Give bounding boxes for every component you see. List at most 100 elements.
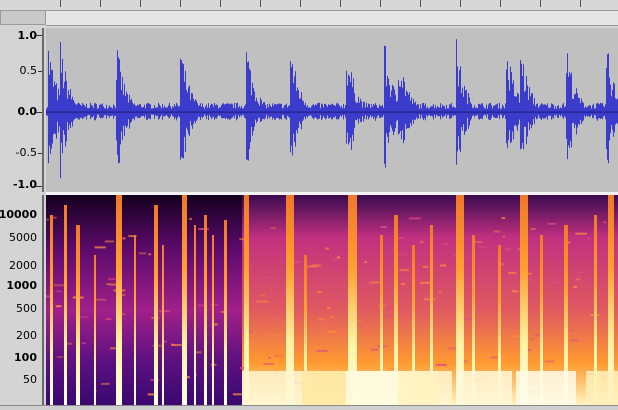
spectrogram-speckle bbox=[263, 363, 274, 365]
spectrogram-speckle bbox=[189, 218, 192, 220]
spectrogram-speckle bbox=[423, 298, 436, 301]
spectrogram-speckle bbox=[396, 253, 407, 256]
spectrogram-low-energy bbox=[516, 371, 576, 405]
spectrogram-speckle bbox=[551, 281, 563, 284]
spectrogram-speckle bbox=[511, 290, 519, 293]
spectrogram-speckle bbox=[78, 316, 89, 319]
spectrogram-speckle bbox=[573, 285, 577, 288]
spectrogram-speckle bbox=[101, 382, 110, 385]
ruler-tick bbox=[420, 0, 421, 7]
spectrogram-speckle bbox=[575, 278, 581, 281]
spectrogram-speckle bbox=[337, 256, 341, 259]
spectrogram-speckle bbox=[55, 305, 62, 308]
ruler-tick bbox=[340, 0, 341, 7]
spectrogram-speckle bbox=[122, 237, 126, 240]
ruler-tick bbox=[500, 0, 501, 7]
waveform-view[interactable] bbox=[46, 28, 618, 192]
spectrogram-speckle bbox=[547, 222, 556, 225]
timeline-ruler[interactable] bbox=[0, 0, 618, 26]
freq-label-2000: 2000 bbox=[9, 259, 37, 272]
spectrogram-speckle bbox=[268, 293, 278, 296]
spectrogram-speckle bbox=[94, 246, 106, 249]
freq-label-50: 50 bbox=[23, 373, 37, 386]
spectrogram-speckle bbox=[56, 356, 64, 359]
scale-mark bbox=[36, 112, 42, 113]
spectrogram-speckle bbox=[399, 269, 409, 272]
spectrogram-onset-band bbox=[64, 205, 67, 405]
spectrogram-plot bbox=[46, 195, 618, 405]
spectrogram-speckle bbox=[94, 298, 106, 301]
ruler-tick bbox=[460, 0, 461, 7]
freq-label-10000: 10000 bbox=[0, 208, 37, 221]
spectrogram-speckle bbox=[274, 311, 282, 314]
spectrogram-speckle bbox=[108, 278, 116, 281]
waveform-centerline bbox=[46, 111, 618, 113]
ruler-tick bbox=[180, 0, 181, 7]
scale-mark bbox=[38, 71, 42, 72]
spectrogram-speckle bbox=[256, 300, 269, 303]
spectrogram-low-energy bbox=[456, 371, 512, 405]
spectrogram-speckle bbox=[364, 261, 367, 264]
spectrogram-speckle bbox=[510, 335, 522, 338]
spectrogram-speckle bbox=[447, 363, 452, 365]
spectrogram-onset-band bbox=[224, 220, 227, 405]
spectrogram-onset-band bbox=[154, 205, 158, 405]
spectrogram-low-energy bbox=[398, 371, 438, 405]
freq-label-1000: 1000 bbox=[6, 279, 37, 292]
spectrogram-low-energy bbox=[586, 371, 618, 405]
ruler-tick bbox=[60, 0, 61, 7]
spectrogram-speckle bbox=[576, 271, 586, 274]
spectrogram-onset-band bbox=[204, 215, 207, 405]
spectrogram-speckle bbox=[327, 306, 331, 309]
scale-label-minus-0-5: -0.5 bbox=[15, 146, 37, 159]
spectrogram-speckle bbox=[121, 293, 126, 296]
ruler-corner bbox=[0, 10, 46, 25]
spectrogram-speckle bbox=[437, 284, 440, 287]
spectrogram-speckle bbox=[306, 265, 318, 268]
spectrogram-speckle bbox=[506, 354, 512, 357]
spectrogram-speckle bbox=[478, 246, 488, 249]
spectrogram-onset-band bbox=[76, 225, 80, 405]
spectrogram-speckle bbox=[568, 299, 580, 302]
spectrogram-onset-band bbox=[134, 235, 136, 405]
spectrogram-speckle bbox=[104, 240, 115, 243]
spectrogram-speckle bbox=[504, 248, 511, 251]
ruler-tick bbox=[380, 0, 381, 7]
ruler-strip[interactable] bbox=[46, 10, 618, 26]
spectrogram-speckle bbox=[384, 314, 392, 317]
spectrogram-speckle bbox=[56, 290, 62, 293]
spectrogram-onset-band bbox=[50, 215, 53, 405]
spectrogram-speckle bbox=[435, 363, 447, 366]
spectrogram-low-energy bbox=[302, 371, 352, 405]
waveform-plot bbox=[46, 39, 618, 179]
spectrogram-onset-band bbox=[212, 235, 214, 405]
spectrogram-speckle bbox=[400, 283, 406, 286]
freq-label-5000: 5000 bbox=[9, 231, 37, 244]
spectrogram-speckle bbox=[232, 393, 242, 396]
spectrogram-speckle bbox=[299, 348, 302, 351]
spectrogram-speckle bbox=[419, 241, 424, 244]
bottom-border bbox=[0, 405, 618, 410]
spectrogram-speckle bbox=[587, 237, 591, 240]
spectrogram-onset-band bbox=[116, 195, 122, 405]
spectrogram-speckle bbox=[530, 228, 536, 230]
waveform-trace bbox=[46, 39, 618, 179]
spectrogram-frequency-scale: 10000 5000 2000 1000 500 200 100 50 bbox=[0, 195, 44, 405]
spectrogram-speckle bbox=[571, 339, 579, 342]
spectrogram-speckle bbox=[438, 290, 442, 293]
spectrogram-low-energy bbox=[346, 371, 406, 405]
spectrogram-speckle bbox=[386, 306, 394, 309]
spectrogram-speckle bbox=[493, 230, 501, 233]
freq-label-100: 100 bbox=[14, 351, 37, 364]
spectrogram-speckle bbox=[529, 338, 536, 341]
freq-label-500: 500 bbox=[16, 302, 37, 315]
spectrogram-speckle bbox=[198, 228, 209, 230]
spectrogram-speckle bbox=[260, 294, 266, 297]
spectrogram-view[interactable] bbox=[46, 195, 618, 405]
spectrogram-onset-band bbox=[194, 225, 196, 405]
spectrogram-speckle bbox=[171, 344, 182, 346]
spectrogram-speckle bbox=[502, 235, 505, 238]
spectrogram-speckle bbox=[251, 342, 258, 345]
ruler-tick bbox=[580, 0, 581, 7]
spectrogram-speckle bbox=[210, 303, 219, 306]
